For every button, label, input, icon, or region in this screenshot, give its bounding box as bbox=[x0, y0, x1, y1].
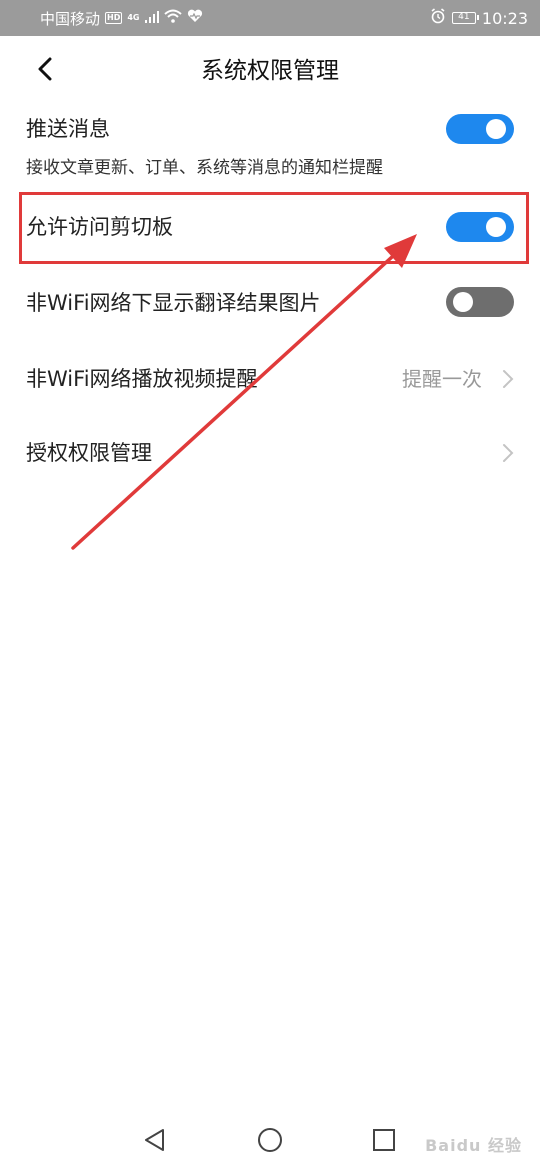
non-wifi-images-toggle[interactable] bbox=[446, 287, 514, 317]
setting-label-non-wifi-video: 非WiFi网络播放视频提醒 bbox=[26, 367, 258, 391]
alarm-icon bbox=[430, 8, 446, 28]
toggle-knob bbox=[486, 119, 506, 139]
setting-label-non-wifi-images: 非WiFi网络下显示翻译结果图片 bbox=[26, 291, 321, 315]
battery-icon: 41 bbox=[451, 12, 479, 24]
setting-description-push: 接收文章更新、订单、系统等消息的通知栏提醒 bbox=[26, 158, 383, 178]
status-time: 10:23 bbox=[481, 8, 528, 28]
app-header: 系统权限管理 bbox=[0, 36, 540, 106]
setting-row-push: 推送消息 接收文章更新、订单、系统等消息的通知栏提醒 bbox=[0, 106, 540, 188]
status-right: 41 10:23 bbox=[430, 0, 528, 36]
chevron-right-icon bbox=[498, 364, 518, 394]
setting-row-non-wifi-images: 非WiFi网络下显示翻译结果图片 bbox=[0, 268, 540, 336]
recents-square-icon[interactable] bbox=[366, 1122, 402, 1158]
page-title: 系统权限管理 bbox=[201, 58, 339, 84]
hd-badge: HD bbox=[105, 12, 123, 24]
signal-icon bbox=[144, 9, 159, 27]
network-type: 4G bbox=[127, 13, 140, 22]
setting-value-non-wifi-video: 提醒一次 bbox=[402, 367, 482, 391]
baidu-watermark: Baidu 经验 bbox=[425, 1136, 522, 1155]
back-triangle-icon[interactable] bbox=[137, 1122, 173, 1158]
carrier-name: 中国移动 bbox=[40, 9, 101, 28]
status-bar: 中国移动 HD 4G 41 10:23 bbox=[0, 0, 540, 36]
chevron-right-icon bbox=[498, 438, 518, 468]
highlight-annotation-box bbox=[19, 192, 529, 264]
setting-row-authorization[interactable]: 授权权限管理 bbox=[0, 420, 540, 488]
status-left: 中国移动 HD 4G bbox=[40, 0, 203, 36]
setting-label-authorization: 授权权限管理 bbox=[26, 441, 152, 465]
setting-row-non-wifi-video[interactable]: 非WiFi网络播放视频提醒 提醒一次 bbox=[0, 345, 540, 413]
home-circle-icon[interactable] bbox=[252, 1122, 288, 1158]
setting-label-push: 推送消息 bbox=[26, 117, 110, 141]
push-toggle[interactable] bbox=[446, 114, 514, 144]
wifi-icon bbox=[163, 9, 182, 27]
toggle-knob bbox=[453, 292, 473, 312]
health-icon bbox=[187, 9, 203, 27]
